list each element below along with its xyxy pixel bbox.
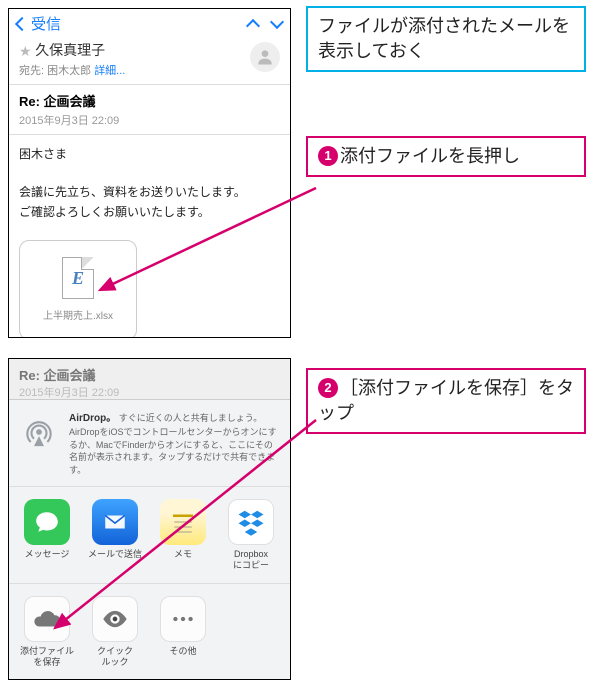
action-label: その他 [169,646,196,657]
action-save-attachment[interactable]: 添付ファイル を保存 [17,596,77,668]
cloud-icon [24,596,70,642]
app-notes[interactable]: メモ [153,499,213,571]
airdrop-row[interactable]: AirDrop。 すぐに近くの人と共有しましょう。AirDropをiOSでコント… [9,400,290,487]
greeting: 困木さま [19,145,280,164]
subject: Re: 企画会議 [19,91,280,110]
message-icon [24,499,70,545]
to-row: 宛先: 困木太郎 詳細... [19,62,280,78]
callout-step-1: 1添付ファイルを長押し [306,136,586,177]
back-button[interactable]: 受信 [17,13,61,34]
action-more[interactable]: その他 [153,596,213,668]
person-icon [255,47,275,67]
callout-precondition: ファイルが添付されたメールを表示しておく [306,6,586,72]
to-prefix: 宛先: [19,65,44,77]
sender-name[interactable]: 久保真理子 [35,42,105,58]
action-label: クイック ルック [97,646,133,668]
action-quicklook[interactable]: クイック ルック [85,596,145,668]
action-row: 添付ファイル を保存 クイック ルック その他 [9,584,290,680]
dimmed-date: 2015年9月3日 22:09 [19,384,280,400]
file-glyph: E [72,268,84,289]
back-label: 受信 [31,13,61,34]
file-icon: E [62,257,94,299]
date: 2015年9月3日 22:09 [19,112,280,128]
step-number-2: 2 [318,378,338,398]
callout-text: 添付ファイルを長押し [340,146,520,166]
dropbox-icon [228,499,274,545]
body-line-1: 会議に先立ち、資料をお送りいたします。 [19,183,280,202]
mail-body: 困木さま 会議に先立ち、資料をお送りいたします。 ご確認よろしくお願いいたします… [9,135,290,232]
chevron-left-icon [15,16,29,30]
app-dropbox[interactable]: Dropbox にコピー [221,499,281,571]
more-icon [160,596,206,642]
callout-step-2: 2［添付ファイルを保存］をタップ [306,368,586,434]
file-name: 上半期売上.xlsx [43,307,113,322]
app-row: メッセージ メールで送信 メモ Dropbox [9,487,290,584]
from-block: ★ 久保真理子 宛先: 困木太郎 詳細... [9,36,290,85]
app-message[interactable]: メッセージ [17,499,77,571]
nav-pager [248,17,282,31]
body-line-2: ご確認よろしくお願いいたします。 [19,203,280,222]
attachment[interactable]: E 上半期売上.xlsx [19,240,137,338]
app-mail[interactable]: メールで送信 [85,499,145,571]
callout-text: ファイルが添付されたメールを表示しておく [318,16,570,61]
subject-block: Re: 企画会議 2015年9月3日 22:09 [9,85,290,135]
navbar: 受信 [9,9,290,36]
app-label: メモ [174,549,192,560]
details-link[interactable]: 詳細... [94,65,125,77]
app-label: メールで送信 [88,549,142,560]
avatar[interactable] [250,42,280,72]
to-name: 困木太郎 [47,65,91,77]
share-sheet: AirDrop。 すぐに近くの人と共有しましょう。AirDropをiOSでコント… [9,399,290,679]
chevron-down-icon[interactable] [270,14,284,28]
app-label: Dropbox にコピー [233,549,269,571]
chevron-up-icon[interactable] [246,18,260,32]
callout-text: ［添付ファイルを保存］をタップ [318,378,574,423]
airdrop-icon [19,412,59,452]
airdrop-title: AirDrop。 [69,413,116,424]
mail-view: 受信 ★ 久保真理子 宛先: 困木太郎 詳細... Re: 企画会議 2015年… [8,8,291,338]
share-sheet-view: Re: 企画会議 2015年9月3日 22:09 AirDrop。 すぐに近くの… [8,358,291,680]
airdrop-text: AirDrop。 すぐに近くの人と共有しましょう。AirDropをiOSでコント… [69,412,280,476]
star-icon[interactable]: ★ [19,43,32,60]
eye-icon [92,596,138,642]
notes-icon [160,499,206,545]
dimmed-subject: Re: 企画会議 [19,365,280,384]
action-label: 添付ファイル を保存 [20,646,74,668]
mail-icon [92,499,138,545]
step-number-1: 1 [318,146,338,166]
app-label: メッセージ [25,549,70,560]
